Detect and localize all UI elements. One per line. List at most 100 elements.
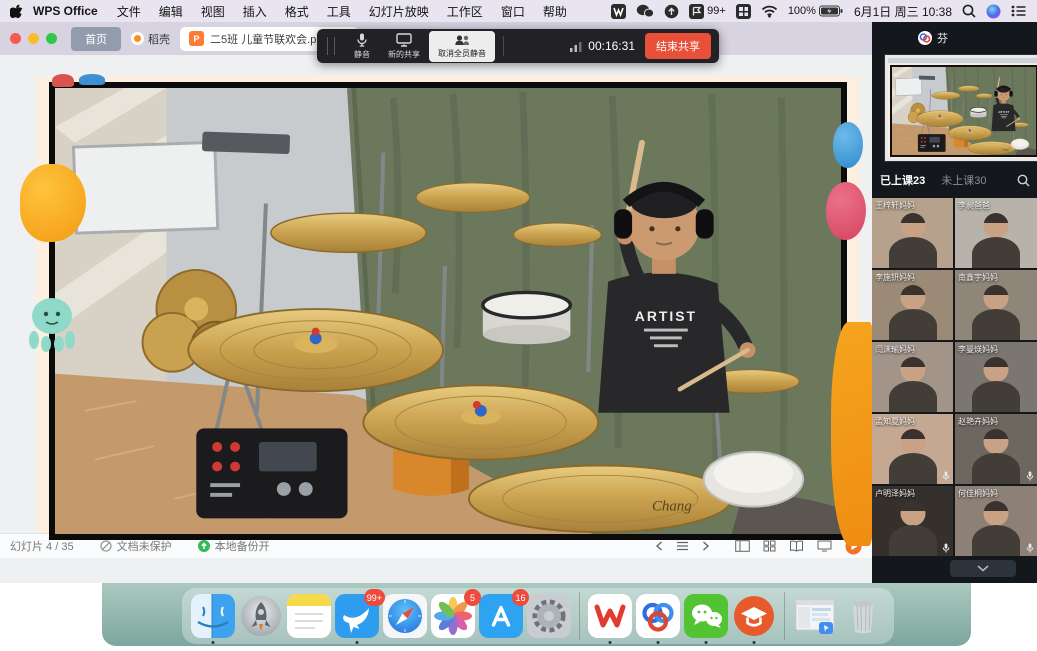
menu-slideshow[interactable]: 幻灯片放映 — [360, 3, 438, 20]
notification-center-icon[interactable] — [1011, 5, 1027, 17]
tab-absent[interactable]: 未上课30 — [941, 172, 986, 188]
safari-dock-icon[interactable] — [383, 594, 427, 638]
battery-status[interactable]: 100% — [788, 5, 844, 17]
minimized-window-thumbnail[interactable] — [793, 594, 837, 638]
menu-window[interactable]: 窗口 — [492, 3, 534, 20]
tile-mic-icon — [942, 471, 950, 481]
prev-slide-icon[interactable] — [655, 541, 663, 551]
apple-icon — [10, 4, 23, 19]
local-backup-status[interactable]: 本地备份开 — [198, 538, 270, 554]
menu-edit[interactable]: 编辑 — [150, 3, 192, 20]
presenter-view-icon[interactable] — [817, 540, 832, 552]
system-preferences-dock-icon[interactable] — [527, 594, 571, 638]
launchpad-dock-icon[interactable] — [239, 594, 283, 638]
appstore-dock-icon[interactable]: 16 — [479, 594, 523, 638]
menu-tools[interactable]: 工具 — [318, 3, 360, 20]
avatar-body — [889, 525, 937, 556]
slide-photo-frame — [49, 82, 847, 540]
close-window-button[interactable] — [10, 33, 21, 44]
tab-docer-label: 稻壳 — [148, 31, 170, 47]
menu-workspace[interactable]: 工作区 — [438, 3, 492, 20]
menu-view[interactable]: 视图 — [192, 3, 234, 20]
ppt-file-icon: P — [189, 31, 204, 46]
slide-sorter-view-icon[interactable] — [763, 540, 776, 552]
updater-menubar-icon[interactable] — [664, 4, 679, 19]
participant-tile[interactable]: 赵艳卉妈妈 — [955, 414, 1037, 484]
apple-menu[interactable] — [10, 4, 23, 19]
collapse-panel-button[interactable] — [950, 560, 1016, 577]
mute-button[interactable]: 静音 — [345, 30, 379, 63]
education-app-dock-icon[interactable] — [732, 594, 776, 638]
end-share-button[interactable]: 结束共享 — [645, 33, 711, 59]
meeting-timer: 00:16:31 — [570, 39, 635, 53]
participant-tile[interactable]: 闫沫瑜妈妈 — [872, 342, 953, 412]
desktop-strip: 99+ 5 16 — [0, 583, 1037, 651]
tab-docer[interactable]: 稻壳 — [131, 31, 170, 47]
participant-tile[interactable]: 卢明泽妈妈 — [872, 486, 953, 556]
menubar-clock[interactable]: 6月1日 周三 10:38 — [854, 3, 952, 20]
notification-flag-icon[interactable]: 99+ — [689, 4, 726, 19]
unmute-all-button[interactable]: 取消全员静音 — [429, 31, 495, 62]
participant-tile[interactable]: 何佳桐妈妈 — [955, 486, 1037, 556]
doc-protection-status[interactable]: 文档未保护 — [100, 538, 172, 554]
wifi-icon[interactable] — [761, 5, 778, 18]
balloon-blue-top-deco — [79, 74, 105, 85]
menu-app-name[interactable]: WPS Office — [23, 4, 108, 18]
participant-tile[interactable]: 王梓轩妈妈 — [872, 198, 953, 268]
menu-insert[interactable]: 插入 — [234, 3, 276, 20]
participant-tile[interactable]: 李施钘妈妈 — [872, 270, 953, 340]
notes-dock-icon[interactable] — [287, 594, 331, 638]
input-method-icon[interactable] — [736, 4, 751, 19]
wps-menubar-icon[interactable] — [611, 4, 626, 19]
sharer-chip[interactable]: 芬 — [918, 30, 948, 46]
spotlight-search-icon[interactable] — [962, 4, 976, 18]
drag-handle[interactable] — [327, 37, 335, 55]
thumbnail-slide — [888, 64, 1037, 158]
participant-name: 卢明泽妈妈 — [875, 488, 915, 499]
wps-dock-icon[interactable] — [588, 594, 632, 638]
timer-value: 00:16:31 — [588, 39, 635, 53]
running-indicator — [657, 641, 660, 644]
normal-view-icon[interactable] — [735, 540, 750, 552]
participant-tile[interactable]: 孟知夏妈妈 — [872, 414, 953, 484]
menu-file[interactable]: 文件 — [108, 3, 150, 20]
shared-screen-thumbnail[interactable] — [884, 54, 1037, 162]
participant-name: 李曼煐妈妈 — [958, 344, 998, 355]
siri-icon[interactable] — [986, 4, 1001, 19]
trash-dock-icon[interactable] — [841, 594, 885, 638]
attendance-tabs: 已上课23 未上课30 — [880, 172, 1030, 188]
next-slide-icon[interactable] — [702, 541, 710, 551]
avatar — [900, 429, 925, 454]
running-indicator — [609, 641, 612, 644]
thumbnail-photo — [892, 67, 1036, 155]
new-share-button[interactable]: 新的共享 — [379, 30, 429, 63]
participant-tile[interactable]: 李曼煐妈妈 — [955, 342, 1037, 412]
tab-home[interactable]: 首页 — [71, 27, 121, 51]
dock: 99+ 5 16 — [182, 588, 894, 644]
running-indicator — [212, 641, 215, 644]
avatar-body — [889, 309, 937, 340]
menu-format[interactable]: 格式 — [276, 3, 318, 20]
participant-search-icon[interactable] — [1017, 174, 1030, 187]
minimize-window-button[interactable] — [28, 33, 39, 44]
finder-dock-icon[interactable] — [191, 594, 235, 638]
document-title: 二5班 儿童节联欢会.pptx — [210, 31, 331, 47]
menu-help[interactable]: 帮助 — [534, 3, 576, 20]
avatar — [900, 285, 925, 310]
tab-attended[interactable]: 已上课23 — [880, 172, 925, 188]
participant-name: 南鑫宇妈妈 — [958, 272, 998, 283]
running-indicator — [705, 641, 708, 644]
dingtalk-dock-icon[interactable]: 99+ — [335, 594, 379, 638]
participant-tile[interactable]: 南鑫宇妈妈 — [955, 270, 1037, 340]
battery-icon — [819, 5, 844, 17]
running-indicator — [753, 641, 756, 644]
wechat-dock-icon[interactable] — [684, 594, 728, 638]
reading-view-icon[interactable] — [789, 540, 804, 552]
participant-tile[interactable]: 李昶爸爸 — [955, 198, 1037, 268]
zoom-window-button[interactable] — [46, 33, 57, 44]
signal-icon — [570, 41, 583, 52]
slide-list-icon[interactable] — [676, 541, 689, 551]
photos-dock-icon[interactable]: 5 — [431, 594, 475, 638]
tencent-meeting-dock-icon[interactable] — [636, 594, 680, 638]
wechat-menubar-icon[interactable] — [636, 4, 654, 18]
